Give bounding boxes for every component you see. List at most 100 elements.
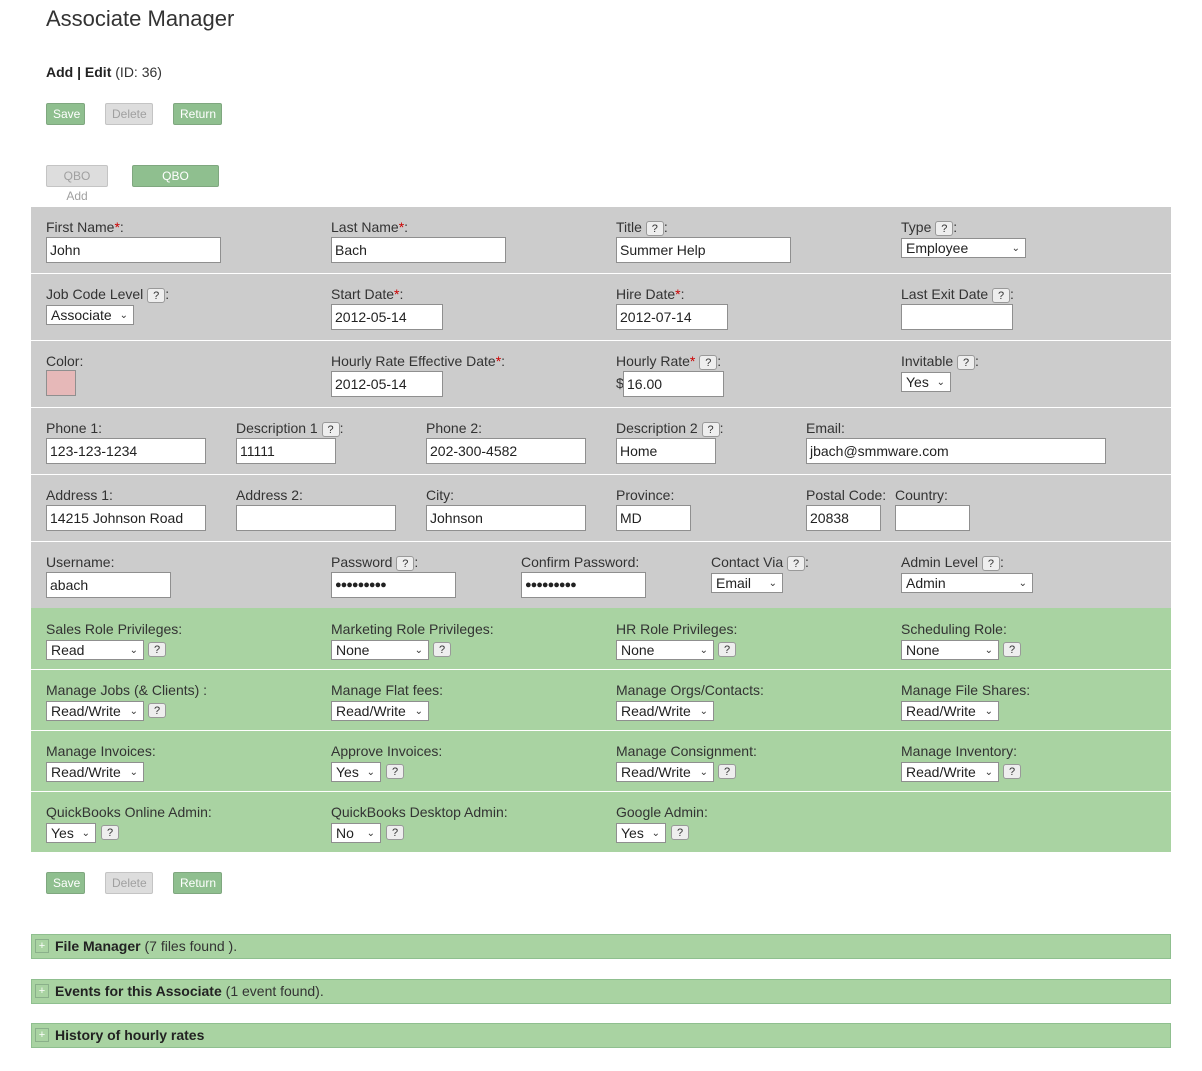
invitable-select[interactable]: Yes ⌄ xyxy=(901,372,951,392)
manage-orgs-select[interactable]: Read/Write ⌄ xyxy=(616,701,714,721)
last-name-label: Last Name*: xyxy=(331,219,409,235)
phone2-label: Phone 2: xyxy=(426,420,483,436)
postal-code-field[interactable]: 20838 xyxy=(806,505,881,531)
help-icon[interactable]: ? xyxy=(671,825,689,840)
email-field[interactable]: jbach@smmware.com xyxy=(806,438,1106,464)
help-icon[interactable]: ? xyxy=(787,555,806,571)
city-field[interactable]: Johnson xyxy=(426,505,586,531)
help-icon[interactable]: ? xyxy=(396,555,415,571)
help-icon[interactable]: ? xyxy=(957,354,976,370)
help-icon[interactable]: ? xyxy=(101,825,119,840)
breadcrumb: Add | Edit (ID: 36) xyxy=(46,64,162,80)
hourly-rate-effective-date-field[interactable]: 2012-05-14 xyxy=(331,371,443,397)
chevron-down-icon: ⌄ xyxy=(366,767,375,778)
chevron-down-icon: ⌄ xyxy=(984,767,993,778)
admin-level-select[interactable]: Admin ⌄ xyxy=(901,573,1033,593)
qbo-connect-button[interactable]: QBO Connect xyxy=(132,165,219,203)
province-field[interactable]: MD xyxy=(616,505,691,531)
confirm-password-field[interactable]: ●●●●●●●●● xyxy=(521,572,646,598)
return-button[interactable]: Return xyxy=(173,872,222,894)
description2-field[interactable]: Home xyxy=(616,438,716,464)
manage-consignment-select[interactable]: Read/Write ⌄ xyxy=(616,762,714,782)
hourly-rate-field[interactable]: 16.00 xyxy=(623,371,724,397)
manage-file-shares-label: Manage File Shares: xyxy=(901,682,1031,698)
delete-button[interactable]: Delete xyxy=(105,103,153,125)
google-admin-select[interactable]: Yes ⌄ xyxy=(616,823,666,843)
help-icon[interactable]: ? xyxy=(992,287,1011,303)
record-id: (ID: 36) xyxy=(115,64,162,80)
breadcrumb-edit[interactable]: Edit xyxy=(85,64,111,80)
help-icon[interactable]: ? xyxy=(935,220,954,236)
expand-icon[interactable]: + xyxy=(35,939,49,953)
help-icon[interactable]: ? xyxy=(718,764,736,779)
manage-jobs-select[interactable]: Read/Write ⌄ xyxy=(46,701,144,721)
return-button[interactable]: Return xyxy=(173,103,222,125)
breadcrumb-add[interactable]: Add xyxy=(46,64,73,80)
help-icon[interactable]: ? xyxy=(981,555,1000,571)
save-button[interactable]: Save xyxy=(46,872,85,894)
contact-via-select[interactable]: Email ⌄ xyxy=(711,573,783,593)
qbo-admin-select[interactable]: Yes ⌄ xyxy=(46,823,96,843)
scheduling-role-select[interactable]: None ⌄ xyxy=(901,640,999,660)
help-icon[interactable]: ? xyxy=(1003,764,1021,779)
help-icon[interactable]: ? xyxy=(718,642,736,657)
help-icon[interactable]: ? xyxy=(148,642,166,657)
manage-file-shares-select[interactable]: Read/Write ⌄ xyxy=(901,701,999,721)
marketing-role-select[interactable]: None ⌄ xyxy=(331,640,429,660)
first-name-field[interactable]: John xyxy=(46,237,221,263)
approve-invoices-label: Approve Invoices: xyxy=(331,743,443,759)
hire-date-field[interactable]: 2012-07-14 xyxy=(616,304,728,330)
invitable-label: Invitable ?: xyxy=(901,353,979,370)
help-icon[interactable]: ? xyxy=(386,825,404,840)
address2-label: Address 2: xyxy=(236,487,303,503)
address1-field[interactable]: 14215 Johnson Road xyxy=(46,505,206,531)
help-icon[interactable]: ? xyxy=(701,421,720,437)
address2-field[interactable] xyxy=(236,505,396,531)
last-exit-date-field[interactable] xyxy=(901,304,1013,330)
phone2-field[interactable]: 202-300-4582 xyxy=(426,438,586,464)
manage-invoices-select[interactable]: Read/Write ⌄ xyxy=(46,762,144,782)
hire-date-label: Hire Date*: xyxy=(616,286,685,302)
phone1-field[interactable]: 123-123-1234 xyxy=(46,438,206,464)
hr-role-select[interactable]: None ⌄ xyxy=(616,640,714,660)
description1-field[interactable]: 11111 xyxy=(236,438,336,464)
type-select[interactable]: Employee ⌄ xyxy=(901,238,1026,258)
help-icon[interactable]: ? xyxy=(147,287,166,303)
help-icon[interactable]: ? xyxy=(433,642,451,657)
file-manager-section[interactable]: + File Manager (7 files found ). xyxy=(31,934,1171,959)
help-icon[interactable]: ? xyxy=(645,220,664,236)
manage-flat-fees-select[interactable]: Read/Write ⌄ xyxy=(331,701,429,721)
delete-button[interactable]: Delete xyxy=(105,872,153,894)
title-field[interactable]: Summer Help xyxy=(616,237,791,263)
help-icon[interactable]: ? xyxy=(148,703,166,718)
job-code-level-select[interactable]: Associate ⌄ xyxy=(46,305,134,325)
color-swatch[interactable] xyxy=(46,370,76,396)
save-button[interactable]: Save xyxy=(46,103,85,125)
hourly-rate-effective-date-label: Hourly Rate Effective Date*: xyxy=(331,353,506,369)
password-field[interactable]: ●●●●●●●●● xyxy=(331,572,456,598)
start-date-field[interactable]: 2012-05-14 xyxy=(331,304,443,330)
type-label: Type ?: xyxy=(901,219,958,236)
sales-role-select[interactable]: Read ⌄ xyxy=(46,640,144,660)
help-icon[interactable]: ? xyxy=(321,421,340,437)
expand-icon[interactable]: + xyxy=(35,1028,49,1042)
hourly-rates-history-section[interactable]: + History of hourly rates xyxy=(31,1023,1171,1048)
help-icon[interactable]: ? xyxy=(1003,642,1021,657)
qbo-add-button[interactable]: QBO Add xyxy=(46,165,108,203)
help-icon[interactable]: ? xyxy=(386,764,404,779)
username-field[interactable]: abach xyxy=(46,572,171,598)
expand-icon[interactable]: + xyxy=(35,984,49,998)
manage-inventory-select[interactable]: Read/Write ⌄ xyxy=(901,762,999,782)
country-field[interactable] xyxy=(895,505,970,531)
chevron-down-icon: ⌄ xyxy=(414,706,423,717)
admin-level-label: Admin Level ?: xyxy=(901,554,1004,571)
last-name-field[interactable]: Bach xyxy=(331,237,506,263)
manage-flat-fees-label: Manage Flat fees: xyxy=(331,682,444,698)
approve-invoices-select[interactable]: Yes ⌄ xyxy=(331,762,381,782)
breadcrumb-separator: | xyxy=(77,64,82,80)
row-divider xyxy=(31,730,1171,731)
events-section[interactable]: + Events for this Associate (1 event fou… xyxy=(31,979,1171,1004)
chevron-down-icon: ⌄ xyxy=(81,828,90,839)
qbd-admin-select[interactable]: No ⌄ xyxy=(331,823,381,843)
help-icon[interactable]: ? xyxy=(699,354,718,370)
